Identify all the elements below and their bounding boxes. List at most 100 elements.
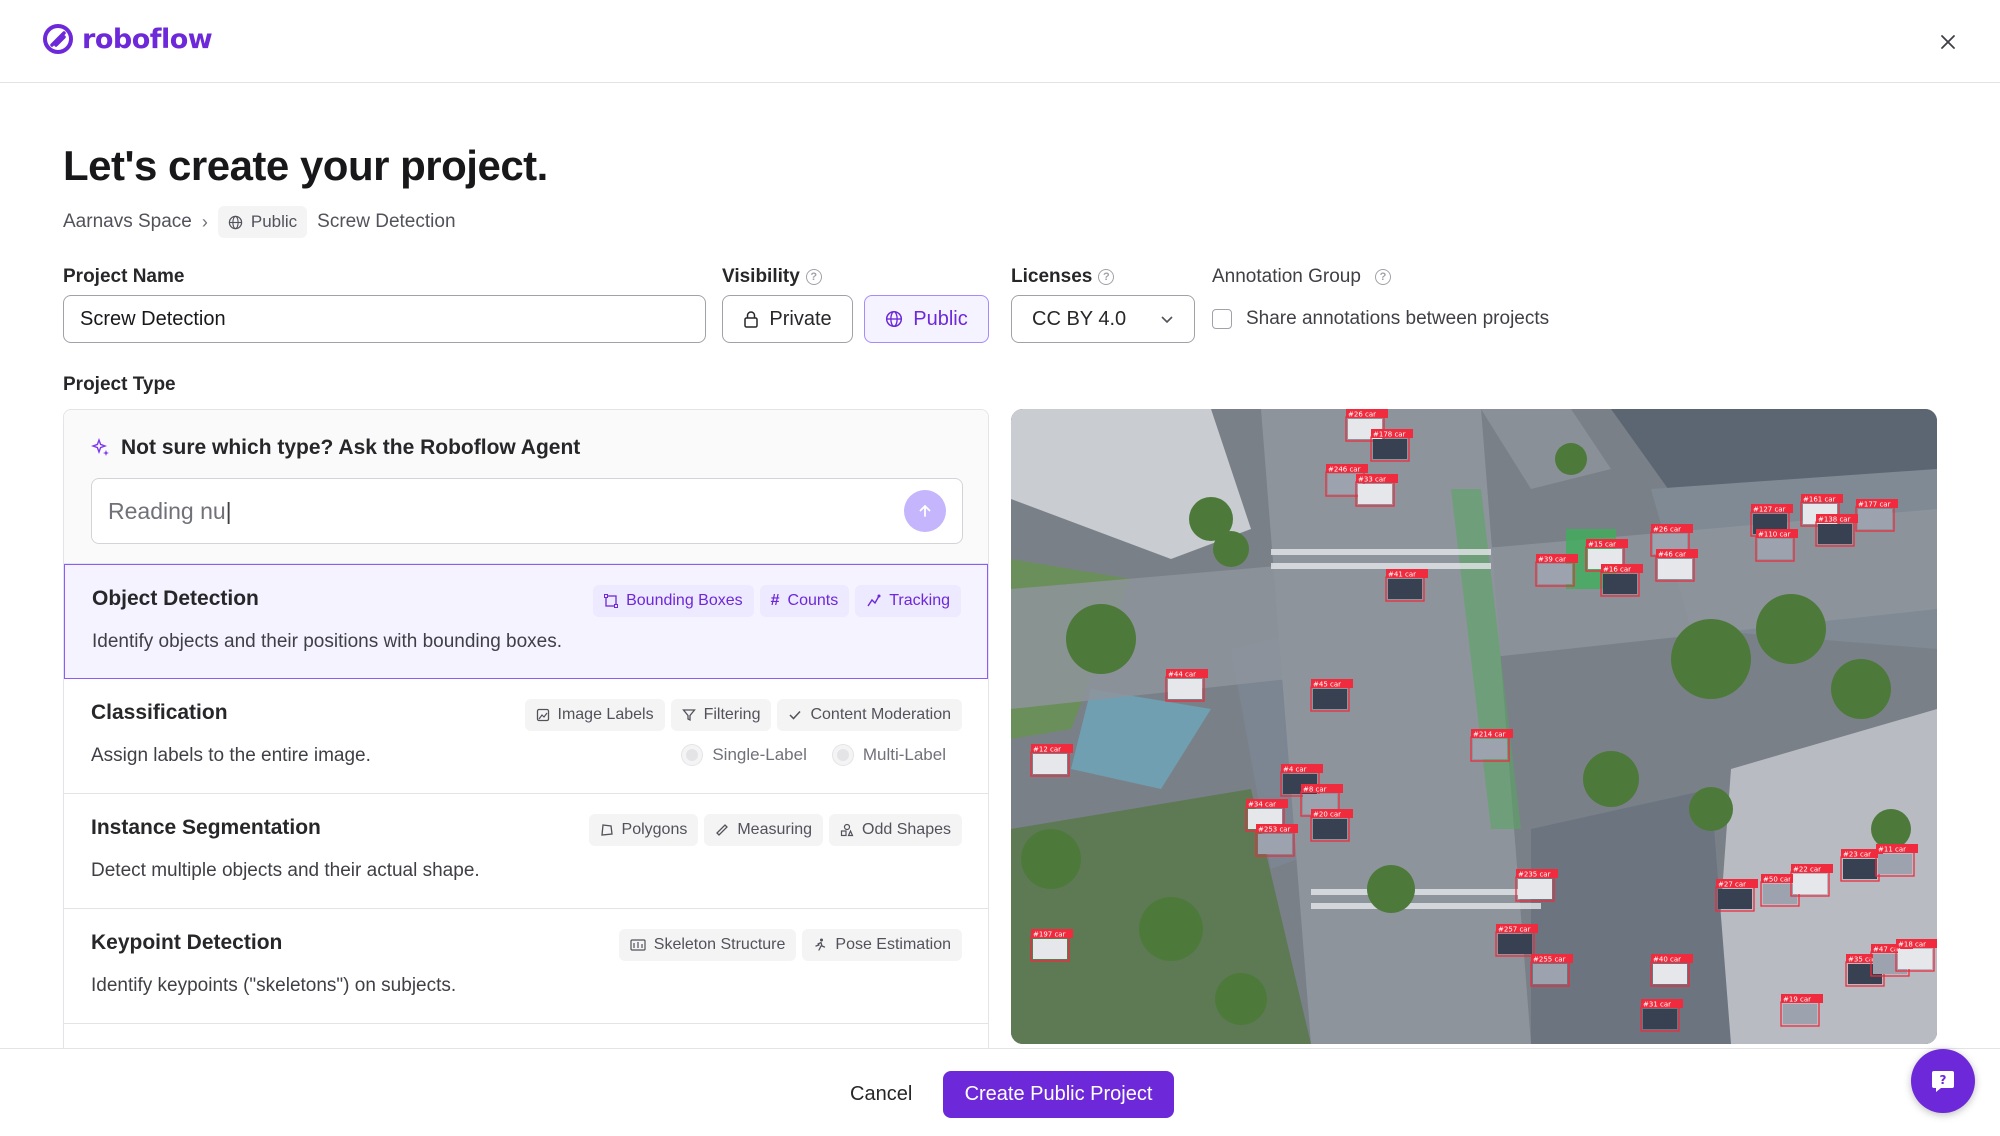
detection-box: #11 car: [1875, 844, 1918, 877]
detection-label: #178 car: [1373, 431, 1406, 439]
tag-label: Filtering: [703, 706, 761, 723]
detection-box: #257 car: [1495, 924, 1538, 957]
tag-content-moderation: Content Moderation: [777, 699, 962, 731]
detection-box: #44 car: [1165, 669, 1208, 702]
hash-icon: #: [770, 592, 780, 609]
project-name-label: Project Name: [63, 266, 184, 288]
type-description: Identify objects and their positions wit…: [92, 631, 563, 652]
tag-odd-shapes: Odd Shapes: [829, 814, 962, 846]
detection-label: #8 car: [1303, 786, 1327, 794]
create-project-button[interactable]: Create Public Project: [943, 1071, 1174, 1118]
detection-box: #27 car: [1715, 879, 1758, 912]
detection-box: #253 car: [1255, 824, 1298, 857]
detection-label: #235 car: [1518, 871, 1551, 879]
share-annotations-label: Share annotations between projects: [1246, 308, 1550, 329]
detection-label: #23 car: [1843, 851, 1871, 859]
send-button[interactable]: [904, 490, 946, 532]
detection-box: #178 car: [1370, 429, 1413, 462]
detection-label: #35 car: [1848, 956, 1876, 964]
detection-box: #45 car: [1310, 679, 1353, 712]
option-label: Multi-Label: [862, 745, 946, 764]
agent-title-text: Not sure which type? Ask the Roboflow Ag…: [121, 436, 581, 459]
agent-input[interactable]: Reading nu: [91, 478, 963, 544]
help-icon[interactable]: ?: [1098, 269, 1115, 285]
project-type-object-detection[interactable]: Object Detection Identify objects and th…: [64, 564, 988, 679]
tag-label: Content Moderation: [810, 706, 951, 723]
logo-text: roboflow: [82, 23, 213, 55]
tag-label: Odd Shapes: [862, 821, 951, 838]
public-label: Public: [913, 307, 968, 330]
car-shape: [1373, 439, 1407, 459]
car-shape: [1313, 689, 1347, 709]
roboflow-logo[interactable]: roboflow: [42, 23, 213, 55]
help-chat-button[interactable]: ?: [1911, 1049, 1975, 1113]
tag-bounding-boxes: Bounding Boxes: [593, 585, 754, 617]
visibility-public-button[interactable]: Public: [864, 295, 989, 343]
license-value: CC BY 4.0: [1032, 307, 1127, 330]
licenses-label: Licenses ?: [1011, 266, 1115, 288]
detection-label: #31 car: [1643, 1001, 1671, 1009]
top-bar: roboflow: [0, 0, 2000, 83]
detection-box: #39 car: [1535, 554, 1578, 587]
type-tags: Bounding Boxes # Counts Tracking: [593, 585, 961, 617]
car-shape: [1498, 934, 1532, 954]
car-shape: [1843, 859, 1877, 879]
private-label: Private: [769, 307, 832, 330]
detection-label: #26 car: [1348, 411, 1376, 419]
tag-label: Tracking: [889, 592, 950, 609]
car-shape: [1358, 484, 1392, 504]
detection-label: #11 car: [1878, 846, 1906, 854]
tag-label: Bounding Boxes: [626, 592, 743, 609]
project-type-keypoint-detection[interactable]: Keypoint Detection Identify keypoints ("…: [64, 909, 988, 1024]
footer-bar: Cancel Create Public Project: [0, 1048, 2000, 1136]
detection-label: #50 car: [1763, 876, 1791, 884]
tag-label: Skeleton Structure: [653, 936, 786, 953]
detection-label: #12 car: [1033, 746, 1061, 754]
car-shape: [1533, 964, 1567, 984]
detection-label: #214 car: [1473, 731, 1506, 739]
detection-label: #18 car: [1898, 941, 1926, 949]
type-tags: Skeleton Structure Pose Estimation: [618, 929, 962, 961]
globe-icon: [886, 310, 903, 328]
project-type-classification[interactable]: Classification Assign labels to the enti…: [64, 679, 988, 794]
detection-label: #161 car: [1803, 496, 1836, 504]
detection-label: #44 car: [1168, 671, 1196, 679]
project-name-input[interactable]: [63, 295, 706, 343]
detection-label: #22 car: [1793, 866, 1821, 874]
detection-box: #40 car: [1650, 954, 1693, 987]
detection-label: #26 car: [1653, 526, 1681, 534]
car-shape: [1758, 539, 1792, 559]
cancel-button[interactable]: Cancel: [830, 1071, 932, 1117]
car-shape: [1313, 819, 1347, 839]
car-shape: [1033, 754, 1067, 774]
project-type-panel: Not sure which type? Ask the Roboflow Ag…: [63, 409, 989, 1049]
share-annotations-checkbox[interactable]: [1212, 309, 1232, 329]
check-icon: [789, 710, 802, 720]
car-shape: [1858, 509, 1892, 529]
car-shape: [1473, 739, 1507, 759]
detection-box: #19 car: [1780, 994, 1823, 1027]
car-shape: [1818, 524, 1852, 544]
person-running-icon: [815, 938, 826, 951]
close-button[interactable]: [1936, 30, 1960, 54]
annotation-group-label: Annotation Group ?: [1212, 266, 1391, 288]
single-label-option[interactable]: Single-Label: [682, 745, 807, 765]
car-shape: [1658, 559, 1692, 579]
detection-label: #253 car: [1258, 826, 1291, 834]
license-select[interactable]: CC BY 4.0: [1011, 295, 1195, 343]
help-icon[interactable]: ?: [805, 269, 822, 285]
breadcrumb-workspace[interactable]: Aarnavs Space: [63, 211, 192, 233]
car-shape: [1898, 949, 1932, 969]
project-type-instance-segmentation[interactable]: Instance Segmentation Detect multiple ob…: [64, 794, 988, 909]
help-icon[interactable]: ?: [1374, 269, 1391, 285]
visibility-private-button[interactable]: Private: [722, 295, 853, 343]
radio-icon: [832, 745, 853, 765]
tag-label: Measuring: [737, 821, 813, 838]
multi-label-option[interactable]: Multi-Label: [832, 745, 946, 765]
detection-label: #110 car: [1758, 531, 1791, 539]
detection-box: #197 car: [1030, 929, 1073, 962]
chevron-right-icon: ›: [201, 211, 208, 232]
project-type-label-text: Project Type: [63, 374, 176, 395]
agent-input-text: Reading nu: [108, 498, 232, 525]
agent-title: Not sure which type? Ask the Roboflow Ag…: [91, 436, 961, 460]
